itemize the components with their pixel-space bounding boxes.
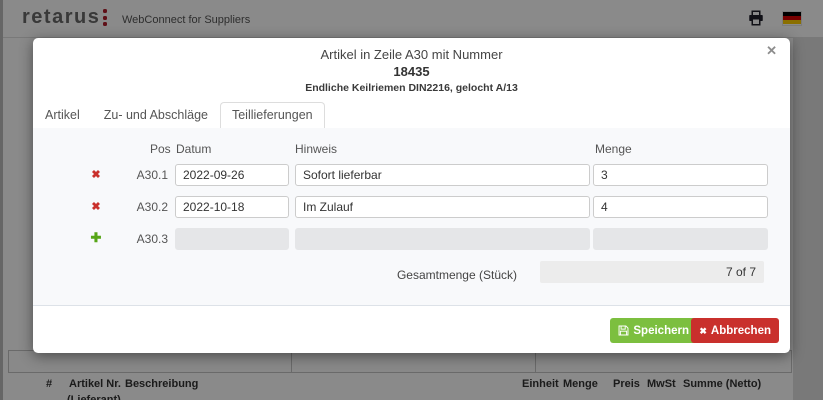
cancel-button[interactable]: ✖ Abbrechen	[691, 318, 779, 343]
screen: retarus WebConnect for Suppliers # Artik…	[0, 0, 823, 400]
hinweis-input[interactable]	[295, 196, 590, 218]
floppy-disk-icon	[618, 325, 629, 336]
column-header-pos: Pos	[150, 142, 171, 156]
remove-row-icon[interactable]: ✖	[87, 168, 105, 182]
total-quantity-value: 7 of 7	[540, 261, 764, 283]
row-pos-label: A30.3	[136, 232, 168, 246]
column-header-datum: Datum	[176, 142, 212, 156]
tab-zu-und-abschlaege[interactable]: Zu- und Abschläge	[92, 102, 220, 129]
tab-teillieferungen[interactable]: Teillieferungen	[219, 102, 325, 129]
menge-input-disabled	[593, 228, 768, 250]
cancel-x-icon: ✖	[699, 325, 707, 336]
hinweis-input[interactable]	[295, 164, 590, 186]
datum-input-disabled	[175, 228, 289, 250]
menge-input[interactable]	[593, 196, 768, 218]
article-number: 18435	[393, 64, 430, 79]
cancel-button-label: Abbrechen	[710, 324, 771, 337]
remove-row-icon[interactable]: ✖	[87, 200, 105, 214]
tab-artikel[interactable]: Artikel	[33, 102, 92, 129]
total-quantity-label: Gesamtmenge (Stück)	[396, 268, 517, 282]
column-header-menge: Menge	[595, 142, 632, 156]
dialog-subtitle: Endliche Keilriemen DIN2216, gelocht A/1…	[305, 82, 518, 94]
row-pos-label: A30.2	[136, 200, 168, 214]
menge-input[interactable]	[593, 164, 768, 186]
tab-bar: Artikel Zu- und Abschläge Teillieferunge…	[33, 102, 790, 129]
column-header-hinweis: Hinweis	[295, 142, 338, 156]
save-button[interactable]: Speichern	[610, 318, 697, 343]
dialog-title: Artikel in Zeile A30 mit Nummer	[320, 47, 503, 62]
hinweis-input-disabled	[295, 228, 590, 250]
row-pos-label: A30.1	[136, 168, 168, 182]
save-button-label: Speichern	[633, 324, 689, 337]
teillieferungen-dialog: ✕ Artikel in Zeile A30 mit Nummer 18435 …	[33, 38, 790, 353]
datum-input[interactable]	[175, 164, 289, 186]
datum-input[interactable]	[175, 196, 289, 218]
teillieferungen-pane: Pos Datum Hinweis Menge ✖ A30.1 ✖ A30.2 …	[33, 128, 790, 306]
add-row-icon[interactable]: ✚	[87, 231, 105, 245]
